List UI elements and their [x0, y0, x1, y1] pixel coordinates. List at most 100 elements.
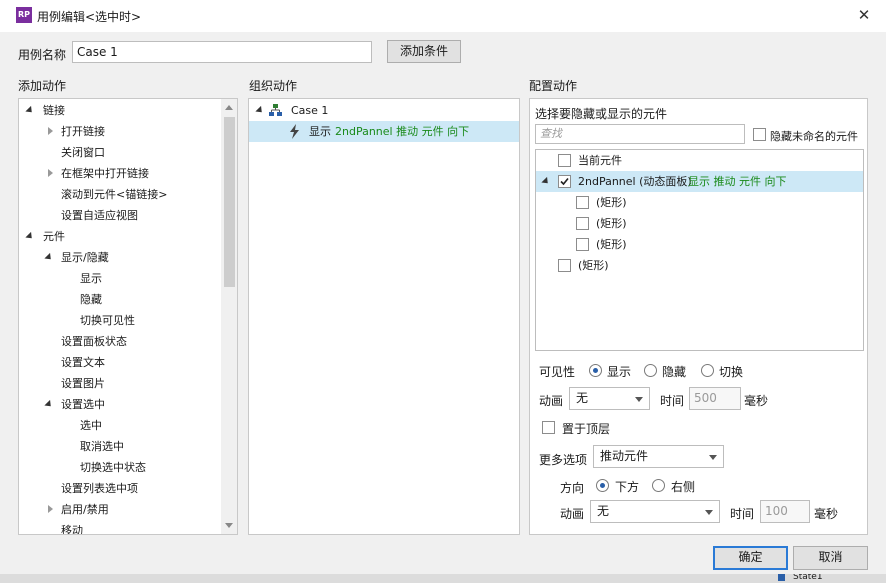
app-logo-icon: RP: [16, 7, 32, 23]
visibility-hide-radio[interactable]: [644, 364, 657, 377]
tree-item-set-panel-state[interactable]: 设置面板状态: [19, 331, 221, 352]
visibility-show-label: 显示: [607, 365, 632, 379]
case-name-input[interactable]: Case 1: [72, 41, 372, 63]
case-flow-icon: [269, 104, 282, 116]
more-options-select[interactable]: 推动元件: [593, 445, 724, 468]
animation-select[interactable]: 无: [569, 387, 650, 410]
tree-item-widgets[interactable]: 元件: [19, 226, 221, 247]
direction-right-label: 右侧: [671, 480, 696, 494]
tree-item-select[interactable]: 选中: [19, 415, 221, 436]
cancel-button[interactable]: 取消: [793, 546, 868, 570]
chevron-down-icon: [635, 397, 643, 402]
widget-checkbox[interactable]: [576, 238, 589, 251]
widget-item-2ndpannel[interactable]: 2ndPannel (动态面板) 显示 推动 元件 向下: [536, 171, 863, 192]
tree-item-show-hide[interactable]: 显示/隐藏: [19, 247, 221, 268]
more-options-label: 更多选项: [539, 453, 588, 467]
widget-item-current[interactable]: 当前元件: [536, 150, 863, 171]
tree-item-close-window[interactable]: 关闭窗口: [19, 142, 221, 163]
push-animation-label: 动画: [560, 507, 585, 521]
expanded-icon: [25, 105, 35, 116]
add-actions-tree[interactable]: 链接 打开链接 关闭窗口 在框架中打开链接 滚动到元件<锚链接> 设置自适应视图…: [18, 98, 238, 535]
hide-unnamed-checkbox[interactable]: [753, 128, 766, 141]
expanded-icon: [44, 252, 54, 263]
action-row[interactable]: 显示 2ndPannel 推动 元件 向下: [249, 121, 519, 142]
organize-actions-heading: 组织动作: [249, 79, 298, 93]
widget-list[interactable]: 当前元件 2ndPannel (动态面板) 显示 推动 元件 向下 (矩形) (…: [535, 149, 864, 351]
visibility-hide-label: 隐藏: [662, 365, 687, 379]
widget-item-rectangle[interactable]: (矩形): [536, 213, 863, 234]
scroll-thumb[interactable]: [224, 117, 235, 287]
push-animation-time-input[interactable]: 100: [760, 500, 810, 523]
tree-item-unselect[interactable]: 取消选中: [19, 436, 221, 457]
tree-item-set-text[interactable]: 设置文本: [19, 352, 221, 373]
hide-unnamed-label: 隐藏未命名的元件: [770, 130, 858, 143]
case-name-label: 用例名称: [18, 48, 67, 62]
tree-item-set-list-selection[interactable]: 设置列表选中项: [19, 478, 221, 499]
widget-checkbox[interactable]: [576, 196, 589, 209]
animation-time-label: 时间: [660, 394, 685, 408]
case-row[interactable]: Case 1: [249, 100, 519, 121]
bring-to-front-label: 置于顶层: [562, 422, 611, 436]
widget-checkbox[interactable]: [576, 217, 589, 230]
tree-item-scroll-to-widget[interactable]: 滚动到元件<锚链接>: [19, 184, 221, 205]
tree-item-open-link[interactable]: 打开链接: [19, 121, 221, 142]
push-animation-time-unit: 毫秒: [814, 507, 839, 521]
add-condition-button[interactable]: 添加条件: [387, 40, 461, 63]
animation-time-unit: 毫秒: [744, 394, 769, 408]
collapsed-icon: [48, 505, 53, 513]
chevron-down-icon: [709, 455, 717, 460]
title-bar: RP 用例编辑<选中时> ✕: [0, 0, 886, 32]
expanded-icon: [255, 105, 265, 116]
animation-label: 动画: [539, 394, 564, 408]
direction-label: 方向: [560, 481, 585, 495]
chevron-down-icon: [705, 510, 713, 515]
tree-item-set-selected[interactable]: 设置选中: [19, 394, 221, 415]
visibility-toggle-radio[interactable]: [701, 364, 714, 377]
lightning-icon: [290, 124, 299, 139]
close-icon: ✕: [857, 6, 871, 24]
tree-item-enable-disable[interactable]: 启用/禁用: [19, 499, 221, 520]
tree-item-toggle-selected[interactable]: 切换选中状态: [19, 457, 221, 478]
tree-item-links[interactable]: 链接: [19, 100, 221, 121]
close-button[interactable]: ✕: [850, 2, 878, 28]
bring-to-front-checkbox[interactable]: [542, 421, 555, 434]
widget-search-input[interactable]: 查找: [535, 124, 745, 144]
configure-actions-panel: 选择要隐藏或显示的元件 查找 隐藏未命名的元件 当前元件 2ndPannel (…: [529, 98, 868, 535]
widget-checkbox-checked[interactable]: [558, 175, 571, 188]
tree-item-set-adaptive-view[interactable]: 设置自适应视图: [19, 205, 221, 226]
visibility-show-radio[interactable]: [589, 364, 602, 377]
widget-item-rectangle[interactable]: (矩形): [536, 255, 863, 276]
checkmark-icon: [560, 177, 569, 186]
tree-item-move[interactable]: 移动: [19, 520, 221, 534]
expanded-icon: [541, 176, 551, 187]
push-animation-select[interactable]: 无: [590, 500, 720, 523]
scrollbar[interactable]: [221, 99, 237, 534]
window-title: 用例编辑<选中时>: [37, 10, 142, 24]
collapsed-icon: [48, 127, 53, 135]
direction-right-radio[interactable]: [652, 479, 665, 492]
expanded-icon: [44, 399, 54, 410]
tree-item-toggle-visibility[interactable]: 切换可见性: [19, 310, 221, 331]
widget-checkbox[interactable]: [558, 259, 571, 272]
ok-button[interactable]: 确定: [713, 546, 788, 570]
collapsed-icon: [48, 169, 53, 177]
visibility-toggle-label: 切换: [719, 365, 744, 379]
widget-item-rectangle[interactable]: (矩形): [536, 192, 863, 213]
tree-item-show[interactable]: 显示: [19, 268, 221, 289]
visibility-label: 可见性: [539, 365, 576, 379]
scroll-down-icon[interactable]: [225, 523, 233, 528]
animation-time-input[interactable]: 500: [689, 387, 741, 410]
widget-checkbox[interactable]: [558, 154, 571, 167]
widget-item-rectangle[interactable]: (矩形): [536, 234, 863, 255]
tree-item-open-in-frame[interactable]: 在框架中打开链接: [19, 163, 221, 184]
configure-actions-heading: 配置动作: [529, 79, 578, 93]
select-widgets-prompt: 选择要隐藏或显示的元件: [535, 107, 668, 121]
tree-item-set-image[interactable]: 设置图片: [19, 373, 221, 394]
scroll-up-icon[interactable]: [225, 105, 233, 110]
tree-item-hide[interactable]: 隐藏: [19, 289, 221, 310]
add-actions-heading: 添加动作: [18, 79, 67, 93]
organize-actions-tree[interactable]: Case 1 显示 2ndPannel 推动 元件 向下: [248, 98, 520, 535]
direction-down-label: 下方: [615, 480, 640, 494]
expanded-icon: [25, 231, 35, 242]
direction-down-radio[interactable]: [596, 479, 609, 492]
